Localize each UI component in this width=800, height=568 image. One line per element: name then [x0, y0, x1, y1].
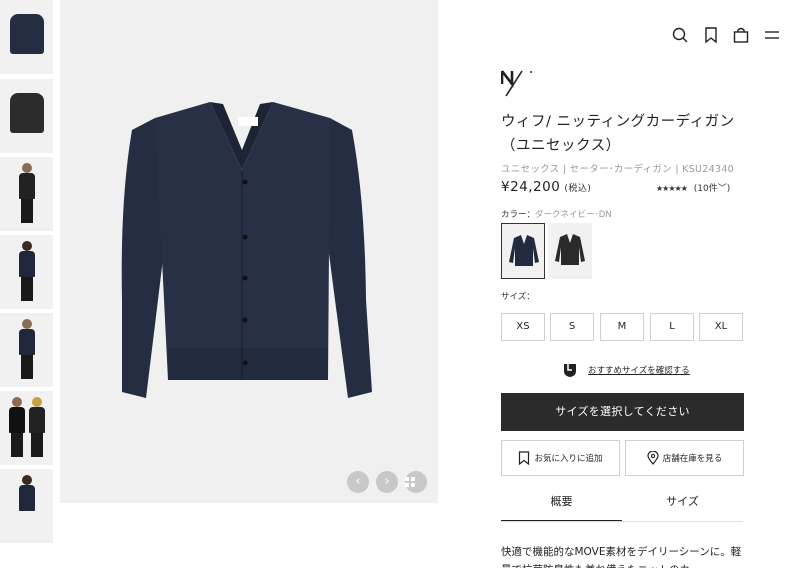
add-favorite-button[interactable]: お気に入りに追加	[501, 440, 620, 476]
thumbnail-4[interactable]	[0, 235, 53, 309]
chevron-down-icon: ﹀)	[717, 184, 731, 194]
prev-image-button[interactable]: ‹	[347, 471, 369, 493]
thumbnail-strip	[0, 0, 55, 568]
cardigan-illustration	[121, 102, 372, 398]
location-pin-icon	[647, 451, 659, 465]
bag-button[interactable]	[732, 26, 750, 44]
bag-icon	[733, 27, 749, 43]
select-size-button[interactable]: サイズを選択してください	[501, 393, 744, 431]
color-label-text: カラー：	[501, 210, 536, 220]
color-label: カラー：ダークネイビー･DN	[501, 208, 612, 220]
product-price: ¥24,200 (税込)	[501, 179, 591, 195]
thumbnail-6[interactable]	[0, 391, 53, 465]
grid-view-button[interactable]	[405, 471, 427, 493]
tax-label: (税込)	[564, 184, 592, 194]
rating-summary[interactable]: ★★★★★ (10件﹀)	[656, 181, 730, 194]
thumbnail-3[interactable]	[0, 157, 53, 231]
search-icon	[672, 27, 688, 43]
size-label: サイズ：	[501, 292, 535, 302]
size-guide-icon	[564, 364, 576, 377]
bookmark-icon	[519, 451, 530, 465]
size-xs-button[interactable]: XS	[501, 313, 545, 341]
menu-icon	[765, 31, 779, 39]
rating-stars: ★★★★★	[656, 184, 688, 193]
thumbnail-7[interactable]	[0, 469, 53, 543]
color-swatch-navy[interactable]	[501, 223, 545, 279]
add-favorite-label: お気に入りに追加	[534, 454, 603, 464]
bookmark-icon	[705, 27, 717, 44]
tab-size[interactable]: サイズ	[622, 488, 743, 522]
brand-logo-mark	[500, 70, 532, 97]
size-recommend-link[interactable]: おすすめサイズを確認する	[562, 362, 690, 378]
thumbnail-1[interactable]	[0, 0, 53, 74]
thumbnail-5[interactable]	[0, 313, 53, 387]
store-stock-button[interactable]: 店舗在庫を見る	[625, 440, 744, 476]
product-title: ウィフ/ ニッティングカーディガン（ユニセックス）	[501, 114, 735, 154]
brand-logo[interactable]	[500, 68, 535, 98]
size-recommend-text: おすすめサイズを確認する	[588, 366, 690, 376]
review-count: (10件	[693, 184, 718, 194]
cardigan-navy-thumb	[509, 235, 539, 266]
size-xl-button[interactable]: XL	[699, 313, 743, 341]
product-description: 快適で機能的なMOVE素材をデイリーシーンに。軽量で抗菌防臭性も兼ね備えたニット…	[501, 546, 742, 568]
tab-divider	[501, 521, 743, 522]
grid-icon	[405, 477, 415, 487]
color-value: ダークネイビー･DN	[535, 210, 612, 220]
thumbnail-2[interactable]	[0, 79, 53, 153]
product-main-image: ‹ ›	[60, 0, 438, 503]
cardigan-black-thumb	[555, 234, 585, 265]
color-swatch-black[interactable]	[548, 223, 592, 279]
bookmark-button[interactable]	[702, 26, 720, 44]
size-s-button[interactable]: S	[550, 313, 594, 341]
store-stock-label: 店舗在庫を見る	[662, 454, 723, 464]
size-m-button[interactable]: M	[600, 313, 644, 341]
menu-button[interactable]	[763, 26, 781, 44]
size-l-button[interactable]: L	[650, 313, 694, 341]
next-image-button[interactable]: ›	[376, 471, 398, 493]
tab-overview[interactable]: 概要	[501, 488, 622, 522]
price-value: ¥24,200	[501, 179, 561, 195]
product-meta: ユニセックス | セーター･カーディガン | KSU24340	[501, 164, 735, 175]
search-button[interactable]	[671, 26, 689, 44]
